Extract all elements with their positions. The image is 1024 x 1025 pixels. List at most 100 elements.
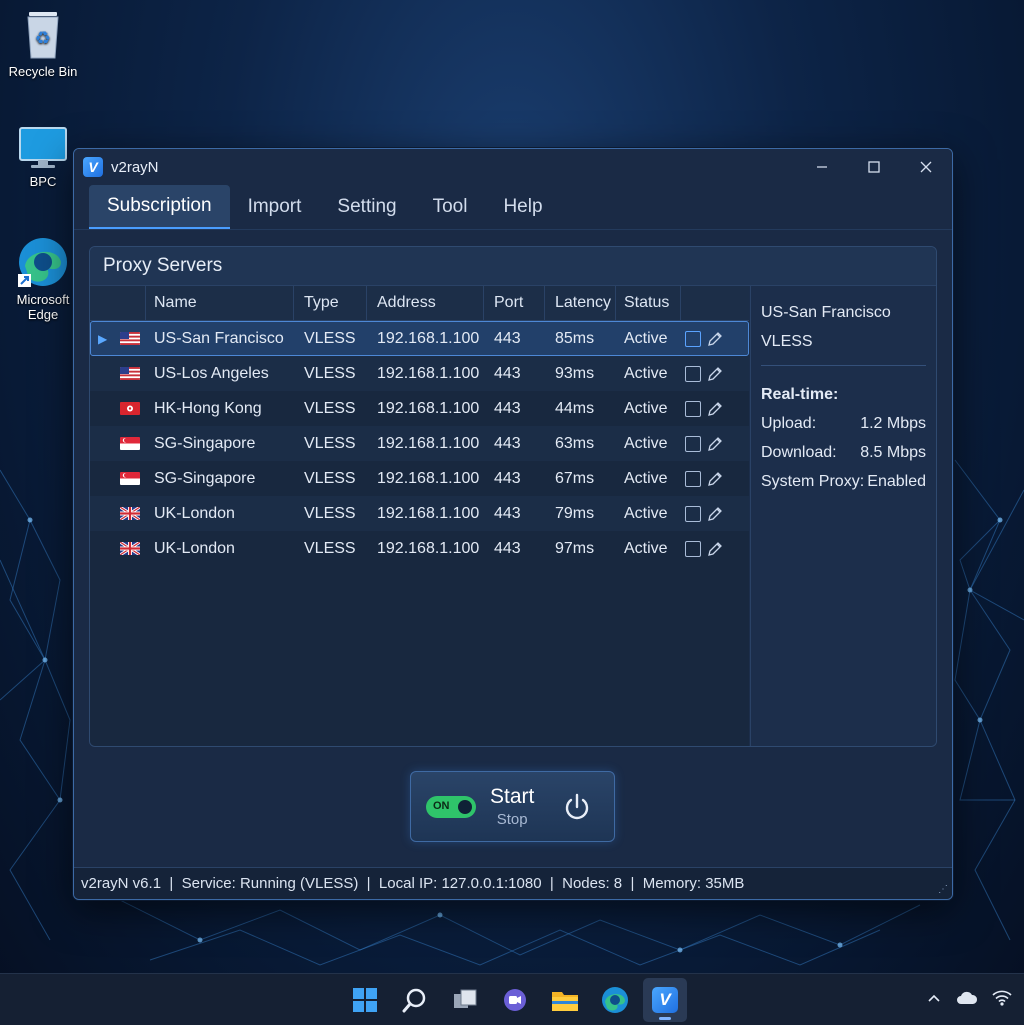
menu-setting[interactable]: Setting	[319, 185, 414, 229]
cloud-icon[interactable]	[956, 990, 978, 1010]
minimize-button[interactable]	[796, 149, 848, 185]
desktop-icon-edge[interactable]: Microsoft Edge	[3, 236, 83, 322]
menu-import[interactable]: Import	[230, 185, 320, 229]
row-checkbox[interactable]	[681, 461, 707, 496]
start-label: Start	[490, 785, 535, 808]
edit-pencil-icon[interactable]	[707, 356, 733, 391]
menu-bar: Subscription Import Setting Tool Help	[74, 185, 952, 230]
system-proxy-label: System Proxy:	[761, 472, 865, 490]
row-checkbox[interactable]	[681, 321, 707, 356]
window-title: v2rayN	[111, 158, 159, 176]
flag-uk-icon	[116, 531, 146, 566]
edge-icon	[602, 986, 628, 1013]
upload-row: Upload: 1.2 Mbps	[761, 409, 926, 438]
panel-title: Proxy Servers	[90, 247, 936, 286]
task-view-button[interactable]	[443, 978, 487, 1022]
file-explorer-icon	[552, 991, 578, 1011]
cell-status: Active	[624, 329, 668, 347]
status-bar: v2rayN v6.1 | Service: Running (VLESS) |…	[74, 867, 952, 899]
table-row[interactable]: UK-London VLESS 192.168.1.100 443 79ms Active	[90, 496, 749, 531]
v2rayn-taskbar-button[interactable]: V	[643, 977, 687, 1022]
menu-tool[interactable]: Tool	[415, 185, 486, 229]
edge-taskbar-button[interactable]	[593, 978, 637, 1022]
edit-pencil-icon[interactable]	[707, 321, 733, 356]
search-button[interactable]	[393, 978, 437, 1022]
cell-latency: 97ms	[555, 539, 595, 557]
status-text: v2rayN v6.1 | Service: Running (VLESS) |…	[81, 875, 745, 892]
desktop-icon-bpc[interactable]: BPC	[3, 126, 83, 189]
edit-pencil-icon[interactable]	[707, 461, 733, 496]
service-toggle[interactable]: ON	[426, 795, 476, 818]
menu-subscription[interactable]: Subscription	[89, 185, 230, 229]
cell-type: VLESS	[304, 434, 356, 452]
cell-port: 443	[494, 504, 521, 522]
server-table: Name Type Address Port Latency Status ▶ U…	[90, 286, 749, 746]
close-button[interactable]	[900, 149, 952, 185]
row-indicator-icon	[90, 391, 116, 426]
start-button[interactable]	[343, 978, 387, 1022]
cell-type: VLESS	[304, 329, 356, 347]
cell-name: UK-London	[154, 539, 235, 557]
table-row[interactable]: HK-Hong Kong VLESS 192.168.1.100 443 44ms Act…	[90, 391, 749, 426]
header-latency[interactable]: Latency	[545, 286, 616, 320]
cell-latency: 79ms	[555, 504, 595, 522]
chevron-up-icon[interactable]	[926, 990, 942, 1010]
start-stop-labels: Start Stop	[490, 785, 534, 828]
start-stop-button[interactable]: ON Start Stop	[410, 771, 615, 842]
table-row[interactable]: US-Los Angeles VLESS 192.168.1.100 443 93ms A…	[90, 356, 749, 391]
cell-address: 192.168.1.100	[377, 469, 480, 487]
cell-address: 192.168.1.100	[377, 329, 480, 347]
cell-port: 443	[494, 329, 521, 347]
cell-type: VLESS	[304, 539, 356, 557]
cell-type: VLESS	[304, 399, 356, 417]
desktop-icon-label: Recycle Bin	[8, 64, 78, 79]
table-row[interactable]: SG-Singapore VLESS 192.168.1.100 443 67ms Act…	[90, 461, 749, 496]
table-row[interactable]: SG-Singapore VLESS 192.168.1.100 443 63ms Act…	[90, 426, 749, 461]
cell-address: 192.168.1.100	[377, 539, 480, 557]
chat-icon	[504, 988, 526, 1011]
row-indicator-icon	[90, 426, 116, 461]
row-checkbox[interactable]	[681, 531, 707, 566]
file-explorer-button[interactable]	[543, 978, 587, 1022]
header-type[interactable]: Type	[294, 286, 367, 320]
maximize-button[interactable]	[848, 149, 900, 185]
title-bar[interactable]: V v2rayN	[74, 149, 952, 185]
stop-label: Stop	[496, 811, 528, 828]
edit-pencil-icon[interactable]	[707, 496, 733, 531]
menu-help[interactable]: Help	[485, 185, 560, 229]
cell-port: 443	[494, 469, 521, 487]
row-checkbox[interactable]	[681, 496, 707, 531]
cell-address: 192.168.1.100	[377, 434, 480, 452]
row-checkbox[interactable]	[681, 391, 707, 426]
cell-status: Active	[624, 504, 668, 522]
cell-name: US-San Francisco	[154, 329, 284, 347]
realtime-label: Real-time:	[761, 385, 839, 403]
cell-status: Active	[624, 469, 668, 487]
header-status[interactable]: Status	[616, 286, 681, 320]
system-proxy-value: Enabled	[867, 472, 926, 490]
edit-pencil-icon[interactable]	[707, 426, 733, 461]
cell-address: 192.168.1.100	[377, 364, 480, 382]
resize-grip-icon[interactable]: ⋰	[938, 884, 948, 895]
v2rayn-icon: V	[652, 986, 678, 1013]
edge-icon	[18, 238, 67, 287]
table-row[interactable]: ▶ US-San Francisco VLESS 192.168.1.100 443 85…	[90, 321, 749, 356]
edit-pencil-icon[interactable]	[707, 391, 733, 426]
cell-latency: 44ms	[555, 399, 595, 417]
header-name[interactable]: Name	[146, 286, 294, 320]
header-port[interactable]: Port	[484, 286, 545, 320]
chat-button[interactable]	[493, 978, 537, 1022]
cell-status: Active	[624, 539, 668, 557]
row-checkbox[interactable]	[681, 356, 707, 391]
desktop-icon-recycle-bin[interactable]: ♻ Recycle Bin	[3, 8, 83, 79]
table-row[interactable]: UK-London VLESS 192.168.1.100 443 97ms Active	[90, 531, 749, 566]
task-view-icon	[454, 989, 477, 1008]
edit-pencil-icon[interactable]	[707, 531, 733, 566]
cell-name: US-Los Angeles	[154, 364, 269, 382]
row-checkbox[interactable]	[681, 426, 707, 461]
window-controls	[796, 149, 952, 185]
maximize-icon	[868, 161, 880, 173]
wifi-icon[interactable]	[992, 990, 1012, 1010]
table-body: ▶ US-San Francisco VLESS 192.168.1.100 443 85…	[90, 321, 749, 566]
header-address[interactable]: Address	[367, 286, 484, 320]
